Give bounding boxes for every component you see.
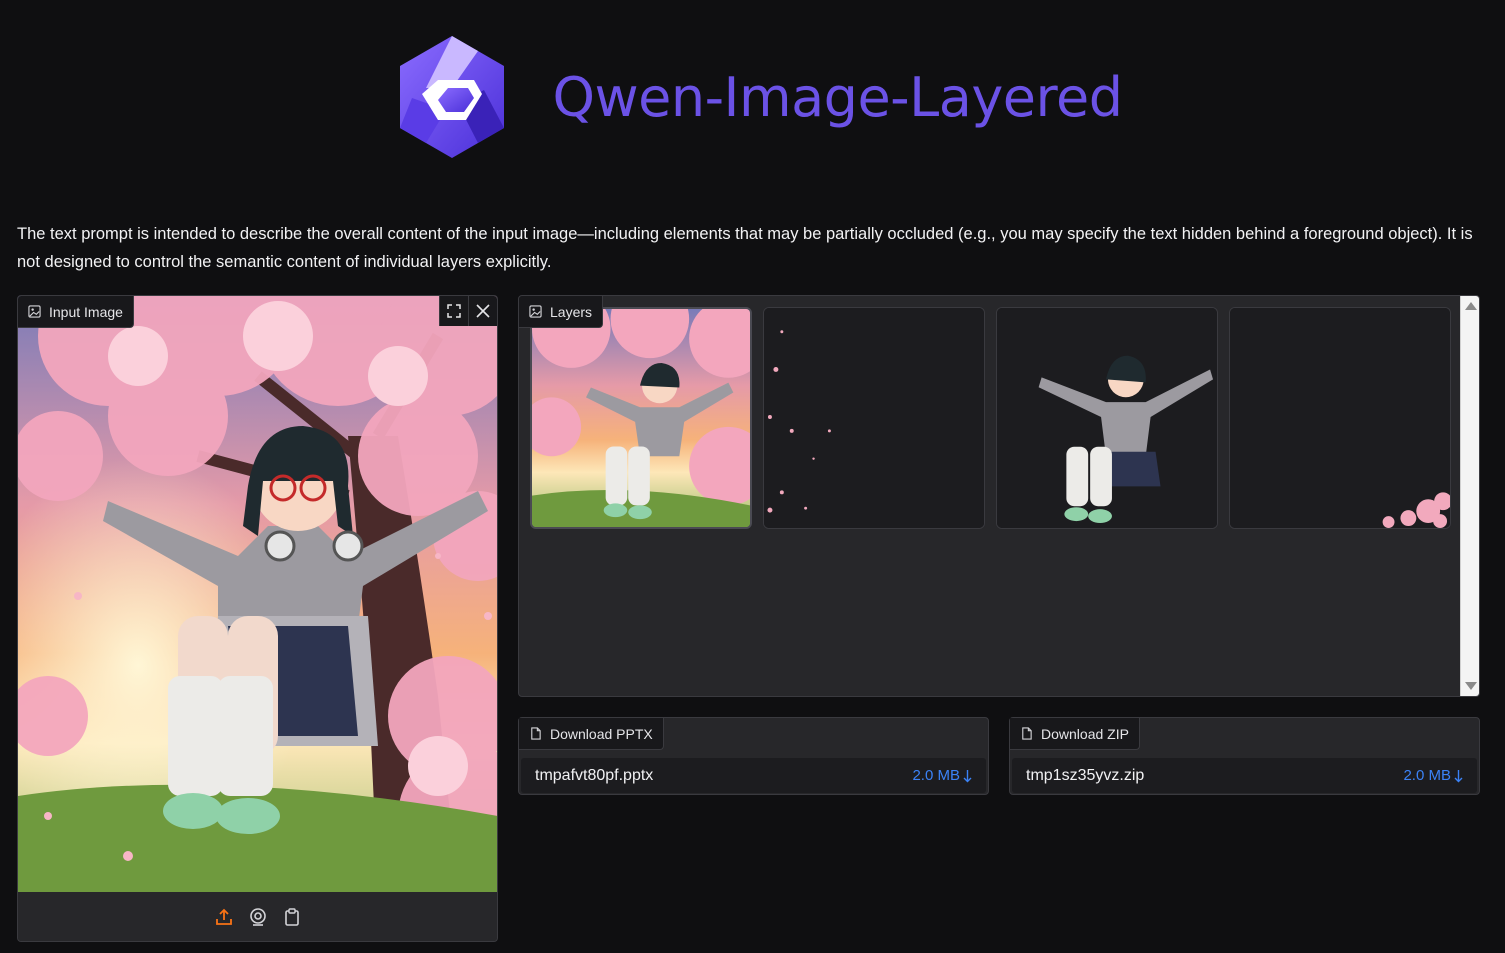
- input-image-corner-tools: [439, 296, 497, 326]
- download-zip-label: Download ZIP: [1010, 718, 1140, 750]
- layer-image: [532, 309, 750, 527]
- pptx-download-link[interactable]: 2.0 MB: [912, 767, 972, 784]
- layer-thumbnail-blossoms[interactable]: [1229, 307, 1451, 529]
- close-icon: [476, 304, 490, 318]
- layers-scrollbar[interactable]: [1460, 296, 1479, 696]
- layers-label-text: Layers: [550, 303, 593, 320]
- pptx-file-size: 2.0 MB: [912, 767, 960, 784]
- download-zip-panel: Download ZIP tmp1sz35yvz.zip 2.0 MB: [1009, 717, 1480, 795]
- layers-gallery: Layers: [518, 295, 1480, 697]
- file-icon: [531, 727, 541, 740]
- layer-image: [764, 308, 984, 528]
- webcam-button[interactable]: [248, 907, 268, 927]
- fullscreen-icon: [447, 304, 461, 318]
- scroll-down-arrow-icon[interactable]: [1465, 682, 1477, 690]
- image-icon: [28, 305, 41, 318]
- input-image-panel[interactable]: Input Image: [17, 295, 498, 942]
- input-image-label-text: Input Image: [49, 303, 123, 320]
- qwen-logo-icon: [400, 35, 505, 158]
- input-image-preview: [18, 296, 497, 892]
- pptx-file-row[interactable]: tmpafvt80pf.pptx 2.0 MB: [521, 758, 986, 793]
- image-icon: [529, 305, 542, 318]
- zip-file-size: 2.0 MB: [1403, 767, 1451, 784]
- pptx-filename: tmpafvt80pf.pptx: [535, 766, 654, 784]
- download-pptx-label-text: Download PPTX: [550, 725, 653, 742]
- file-icon: [1022, 727, 1032, 740]
- prompt-description: The text prompt is intended to describe …: [17, 225, 1473, 271]
- webcam-icon: [249, 908, 266, 926]
- upload-button[interactable]: [214, 907, 234, 927]
- zip-filename: tmp1sz35yvz.zip: [1026, 766, 1145, 784]
- download-pptx-label: Download PPTX: [519, 718, 664, 750]
- fullscreen-button[interactable]: [439, 296, 468, 326]
- clear-image-button[interactable]: [468, 296, 497, 326]
- layer-thumbnail-character[interactable]: [996, 307, 1218, 529]
- layer-thumbnail-petals[interactable]: [763, 307, 985, 529]
- input-image-label: Input Image: [18, 296, 134, 328]
- input-image-toolbar: [18, 892, 497, 941]
- layer-image: [1230, 308, 1450, 528]
- app-header: Qwen-Image-Layered: [0, 20, 1505, 175]
- zip-file-row[interactable]: tmp1sz35yvz.zip 2.0 MB: [1012, 758, 1477, 793]
- layers-thumbnails: [530, 307, 1451, 529]
- download-zip-label-text: Download ZIP: [1041, 725, 1129, 742]
- clipboard-icon: [284, 908, 299, 926]
- paste-clipboard-button[interactable]: [282, 907, 302, 927]
- app-title: Qwen-Image-Layered: [552, 66, 1123, 129]
- layers-label: Layers: [519, 296, 604, 328]
- download-arrow-icon: [1454, 769, 1463, 782]
- layer-image: [997, 308, 1217, 528]
- upload-icon: [215, 908, 232, 925]
- download-arrow-icon: [963, 769, 972, 782]
- layer-thumbnail-composite[interactable]: [530, 307, 752, 529]
- scroll-up-arrow-icon[interactable]: [1465, 302, 1477, 310]
- zip-download-link[interactable]: 2.0 MB: [1403, 767, 1463, 784]
- download-pptx-panel: Download PPTX tmpafvt80pf.pptx 2.0 MB: [518, 717, 989, 795]
